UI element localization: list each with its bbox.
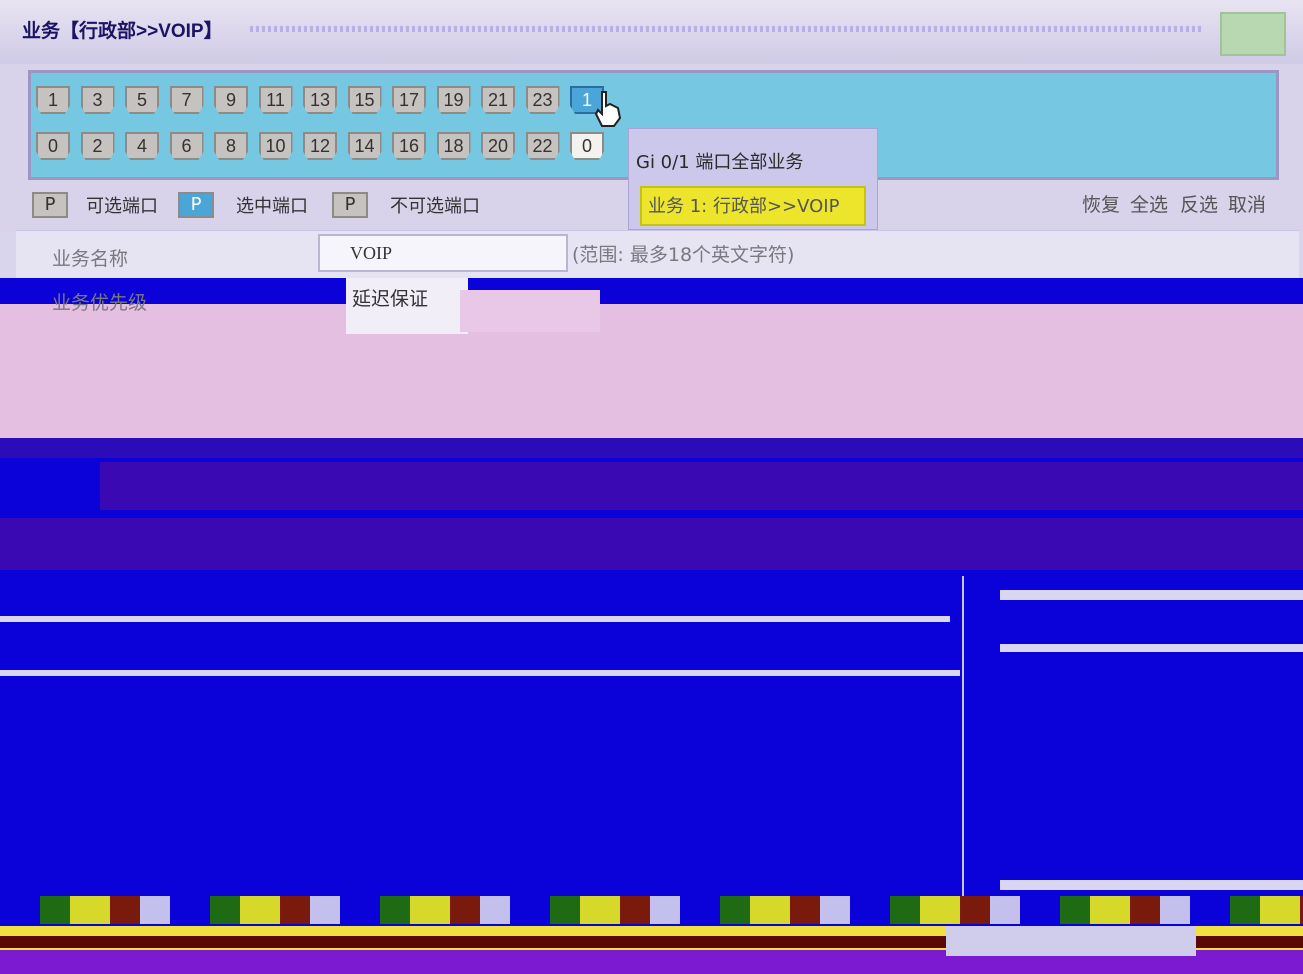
port-bottom_row-1[interactable]: 2	[80, 132, 115, 160]
port-top_row-0[interactable]: 1	[36, 86, 70, 114]
select-all-link[interactable]: 全选	[1130, 190, 1168, 217]
service-name-label: 业务名称	[52, 248, 129, 270]
port-top_row-6[interactable]: 13	[303, 86, 337, 114]
divider	[962, 576, 988, 896]
close-button[interactable]	[1220, 12, 1286, 56]
divider	[1000, 644, 1303, 652]
corrupted-region	[0, 438, 1303, 458]
port-bottom_row-0[interactable]: 0	[36, 132, 70, 160]
service-priority-select[interactable]: 延迟保证	[346, 278, 468, 334]
port-top_row-10[interactable]: 21	[481, 86, 515, 114]
legend-selected-chip: P	[178, 192, 214, 218]
bottom-button[interactable]	[946, 926, 1196, 956]
divider	[0, 670, 960, 676]
port-top_row-5[interactable]: 11	[258, 86, 293, 114]
service-name-input[interactable]	[318, 234, 568, 272]
priority-dropdown-area	[460, 290, 600, 332]
port-top_row-8[interactable]: 17	[392, 86, 426, 114]
corrupted-region	[0, 896, 1303, 924]
port-top_row-3[interactable]: 7	[169, 86, 204, 114]
port-top_row-7[interactable]: 15	[347, 86, 382, 114]
divider	[0, 278, 1303, 304]
legend-selectable-chip: P	[32, 192, 68, 218]
port-bottom_row-3[interactable]: 6	[169, 132, 204, 160]
port-bottom_row-6[interactable]: 12	[303, 132, 337, 160]
port-bottom_row-11[interactable]: 22	[525, 132, 560, 160]
port-top_row-4[interactable]: 9	[214, 86, 248, 114]
legend-unselectable-chip: P	[332, 192, 368, 218]
port-bottom_row-7[interactable]: 14	[347, 132, 382, 160]
hand-cursor-icon	[594, 91, 622, 127]
legend-selected-label: 选中端口	[236, 196, 308, 217]
port-bottom_row-9[interactable]: 18	[436, 132, 471, 160]
corrupted-region	[100, 462, 1303, 510]
dialog-title: 业务【行政部>>VOIP】	[22, 21, 223, 42]
divider	[1000, 880, 1303, 890]
port-bottom_row-4[interactable]: 8	[214, 132, 248, 160]
tooltip-service-item[interactable]: 业务 1: 行政部>>VOIP	[640, 186, 866, 226]
port-bottom_row-10[interactable]: 20	[481, 132, 515, 160]
divider	[1000, 590, 1303, 600]
port-top_row-9[interactable]: 19	[436, 86, 471, 114]
port-bottom_row-2[interactable]: 4	[125, 132, 159, 160]
form-body	[0, 300, 1303, 438]
port-bottom_row-12[interactable]: 0	[570, 132, 604, 160]
divider	[0, 616, 950, 622]
legend-selectable-label: 可选端口	[86, 196, 158, 217]
corrupted-region	[0, 518, 1303, 570]
cancel-link[interactable]: 取消	[1228, 190, 1266, 217]
legend-unselectable-label: 不可选端口	[390, 196, 480, 217]
tooltip-title: Gi 0/1 端口全部业务	[636, 152, 804, 173]
port-top_row-1[interactable]: 3	[80, 86, 115, 114]
port-top_row-2[interactable]: 5	[125, 86, 159, 114]
service-name-hint: (范围: 最多18个英文字符)	[572, 244, 795, 266]
port-bottom_row-5[interactable]: 10	[258, 132, 293, 160]
restore-link[interactable]: 恢复	[1082, 190, 1120, 217]
invert-selection-link[interactable]: 反选	[1180, 190, 1218, 217]
port-bottom_row-8[interactable]: 16	[392, 132, 426, 160]
service-priority-label: 业务优先级	[52, 292, 148, 314]
port-top_row-11[interactable]: 23	[525, 86, 560, 114]
